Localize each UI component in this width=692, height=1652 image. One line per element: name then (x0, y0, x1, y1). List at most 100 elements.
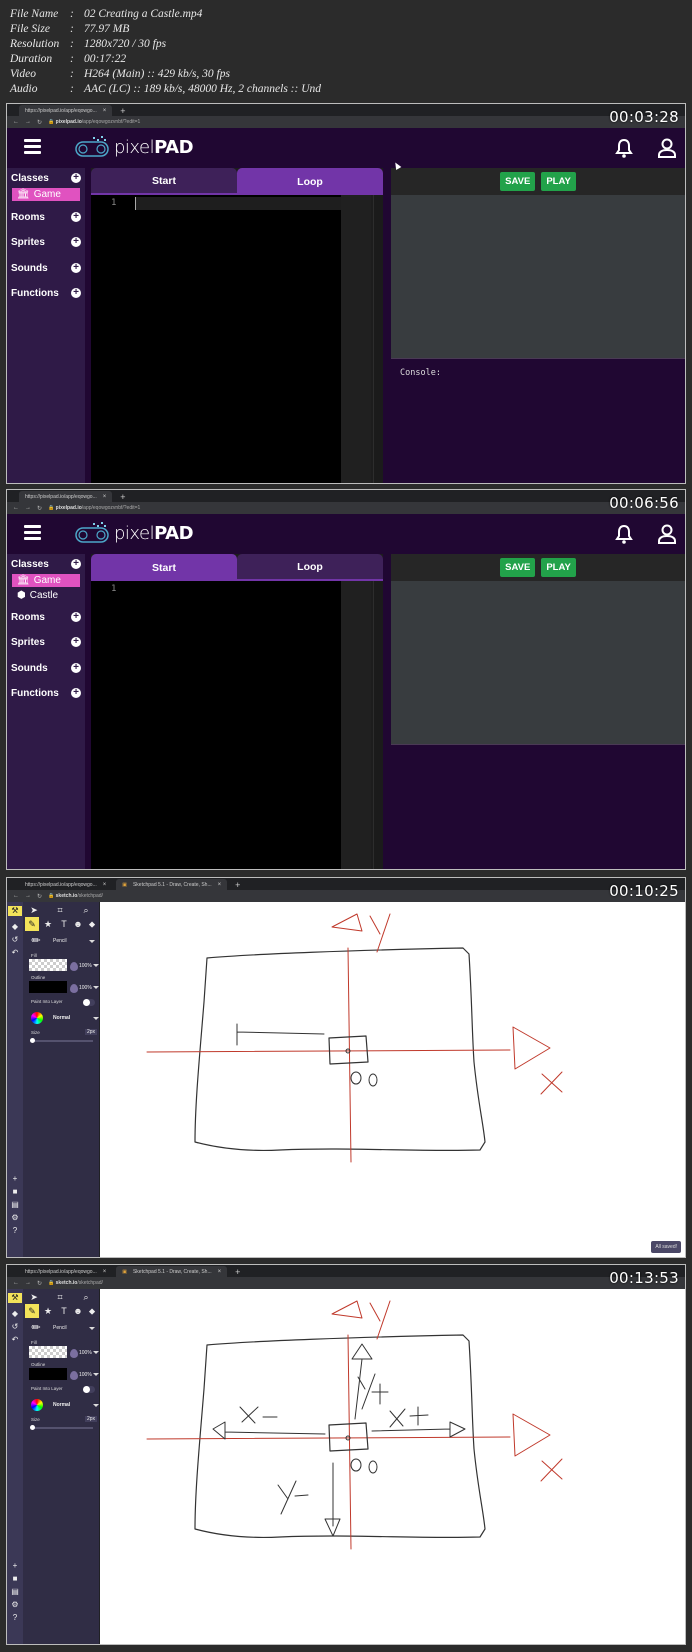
back-icon[interactable]: ← (13, 893, 19, 899)
fill-dropdown-icon[interactable] (93, 964, 99, 967)
select-icon[interactable]: ➤ (27, 903, 41, 917)
back-icon[interactable]: ← (13, 505, 19, 511)
sidebar-item-functions[interactable]: Functions + (11, 685, 81, 701)
add-room-icon[interactable]: + (71, 212, 81, 222)
sidebar-item-sprites[interactable]: Sprites + (11, 634, 81, 650)
fill-bucket-icon[interactable]: ⬥ (85, 917, 99, 931)
fill-opacity[interactable]: 100% (79, 963, 92, 969)
sidebar-item-sounds[interactable]: Sounds + (11, 660, 81, 676)
url-field[interactable]: 🔒 pixelpad.io/app/eqowgozvnbf/?edit=1 (48, 505, 140, 511)
fill-bucket-icon[interactable]: ⬥ (85, 1304, 99, 1318)
bell-icon[interactable] (615, 138, 633, 158)
color-wheel-icon[interactable] (31, 1012, 43, 1024)
blend-dropdown-icon[interactable] (93, 1017, 99, 1020)
hamburger-menu-icon[interactable] (24, 139, 41, 154)
color-wheel-icon[interactable] (31, 1399, 43, 1411)
play-button[interactable]: PLAY (541, 558, 576, 577)
crop-icon[interactable]: ⌗ (53, 1290, 67, 1304)
blend-dropdown-icon[interactable] (93, 1404, 99, 1407)
save-button[interactable]: SAVE (500, 558, 536, 577)
class-item-castle[interactable]: ⬢ Castle (12, 589, 80, 602)
zoom-icon[interactable]: ⌕ (79, 903, 93, 917)
url-field[interactable]: 🔒 sketch.io/sketchpad/ (48, 1280, 103, 1286)
forward-icon[interactable]: → (25, 119, 31, 125)
back-icon[interactable]: ← (13, 119, 19, 125)
fill-dropdown-icon[interactable] (93, 1351, 99, 1354)
drawing-canvas[interactable]: All saved! (100, 902, 685, 1257)
help-icon[interactable]: ? (10, 1226, 20, 1236)
game-canvas[interactable] (391, 195, 685, 358)
browser-tab[interactable]: https://pixelpad.io/app/eqowgo... × (19, 879, 113, 890)
share-icon[interactable]: ⚙ (10, 1600, 20, 1610)
sticker-icon[interactable]: ☻ (71, 917, 85, 931)
size-slider[interactable] (31, 1040, 93, 1042)
history-icon[interactable]: ↺ (10, 1322, 20, 1332)
browser-tab[interactable]: https://pixelpad.io/app/eqowgo... × (19, 491, 113, 502)
save-icon[interactable]: ▤ (10, 1587, 20, 1597)
sidebar-item-classes[interactable]: Classes + (11, 556, 81, 572)
layers-icon[interactable]: ◆ (10, 1309, 20, 1319)
hamburger-menu-icon[interactable] (24, 525, 41, 540)
add-sprite-icon[interactable]: + (71, 237, 81, 247)
share-icon[interactable]: ⚙ (10, 1213, 20, 1223)
new-tab-icon[interactable]: + (116, 106, 129, 116)
select-icon[interactable]: ➤ (27, 1290, 41, 1304)
outline-opacity[interactable]: 100% (79, 1372, 92, 1378)
add-sound-icon[interactable]: + (71, 263, 81, 273)
reload-icon[interactable]: ↻ (37, 119, 42, 126)
reload-icon[interactable]: ↻ (37, 1280, 42, 1287)
new-icon[interactable]: + (10, 1561, 20, 1571)
code-area[interactable]: 1 (91, 195, 341, 483)
size-value[interactable]: 2px (85, 1029, 98, 1035)
pencil-tool-icon[interactable]: ✎ (25, 1304, 39, 1318)
tool-dropdown-icon[interactable] (89, 940, 95, 943)
drawing-canvas[interactable] (100, 1289, 685, 1644)
outline-opacity[interactable]: 100% (79, 985, 92, 991)
crop-icon[interactable]: ⌗ (53, 903, 67, 917)
game-canvas[interactable] (391, 581, 685, 744)
new-tab-icon[interactable]: + (116, 492, 129, 502)
layers-icon[interactable]: ◆ (10, 922, 20, 932)
reload-icon[interactable]: ↻ (37, 505, 42, 512)
forward-icon[interactable]: → (25, 893, 31, 899)
sidebar-item-classes[interactable]: Classes + (11, 170, 81, 186)
tools-icon[interactable]: ⚒ (8, 906, 22, 916)
user-icon[interactable] (657, 138, 677, 158)
tab-loop[interactable]: Loop (237, 554, 383, 581)
forward-icon[interactable]: → (25, 505, 31, 511)
size-value[interactable]: 2px (85, 1416, 98, 1422)
reload-icon[interactable]: ↻ (37, 893, 42, 900)
add-function-icon[interactable]: + (71, 688, 81, 698)
sidebar-item-sounds[interactable]: Sounds + (11, 260, 81, 276)
add-class-icon[interactable]: + (71, 173, 81, 183)
text-icon[interactable]: T (57, 917, 71, 931)
add-sprite-icon[interactable]: + (71, 637, 81, 647)
paint-into-layer-toggle[interactable] (83, 1386, 95, 1393)
fill-swatch[interactable] (29, 959, 67, 971)
new-tab-icon[interactable]: + (231, 1267, 244, 1277)
new-icon[interactable]: + (10, 1174, 20, 1184)
star-icon[interactable]: ★ (41, 1304, 55, 1318)
sidebar-item-functions[interactable]: Functions + (11, 285, 81, 301)
history-icon[interactable]: ↺ (10, 935, 20, 945)
add-class-icon[interactable]: + (71, 559, 81, 569)
browser-tab[interactable]: https://pixelpad.io/app/eqowgo... × (19, 1266, 113, 1277)
close-tab-icon[interactable]: × (103, 1269, 107, 1275)
forward-icon[interactable]: → (25, 1280, 31, 1286)
undo-icon[interactable]: ↶ (10, 1335, 20, 1345)
tab-start[interactable]: Start (91, 168, 237, 195)
sidebar-item-rooms[interactable]: Rooms + (11, 209, 81, 225)
outline-swatch[interactable] (29, 1368, 67, 1380)
blend-mode[interactable]: Normal (53, 1402, 70, 1408)
sticker-icon[interactable]: ☻ (71, 1304, 85, 1318)
scrollbar[interactable] (373, 581, 383, 869)
tab-start[interactable]: Start (91, 554, 237, 581)
user-icon[interactable] (657, 524, 677, 544)
pencil-tool-icon[interactable]: ✎ (25, 917, 39, 931)
tools-icon[interactable]: ⚒ (8, 1293, 22, 1303)
text-icon[interactable]: T (57, 1304, 71, 1318)
play-button[interactable]: PLAY (541, 172, 576, 191)
bell-icon[interactable] (615, 524, 633, 544)
url-field[interactable]: 🔒 sketch.io/sketchpad/ (48, 893, 103, 899)
browser-tab-active[interactable]: ▣ Sketchpad 5.1 - Draw, Create, Sh... × (116, 879, 228, 890)
